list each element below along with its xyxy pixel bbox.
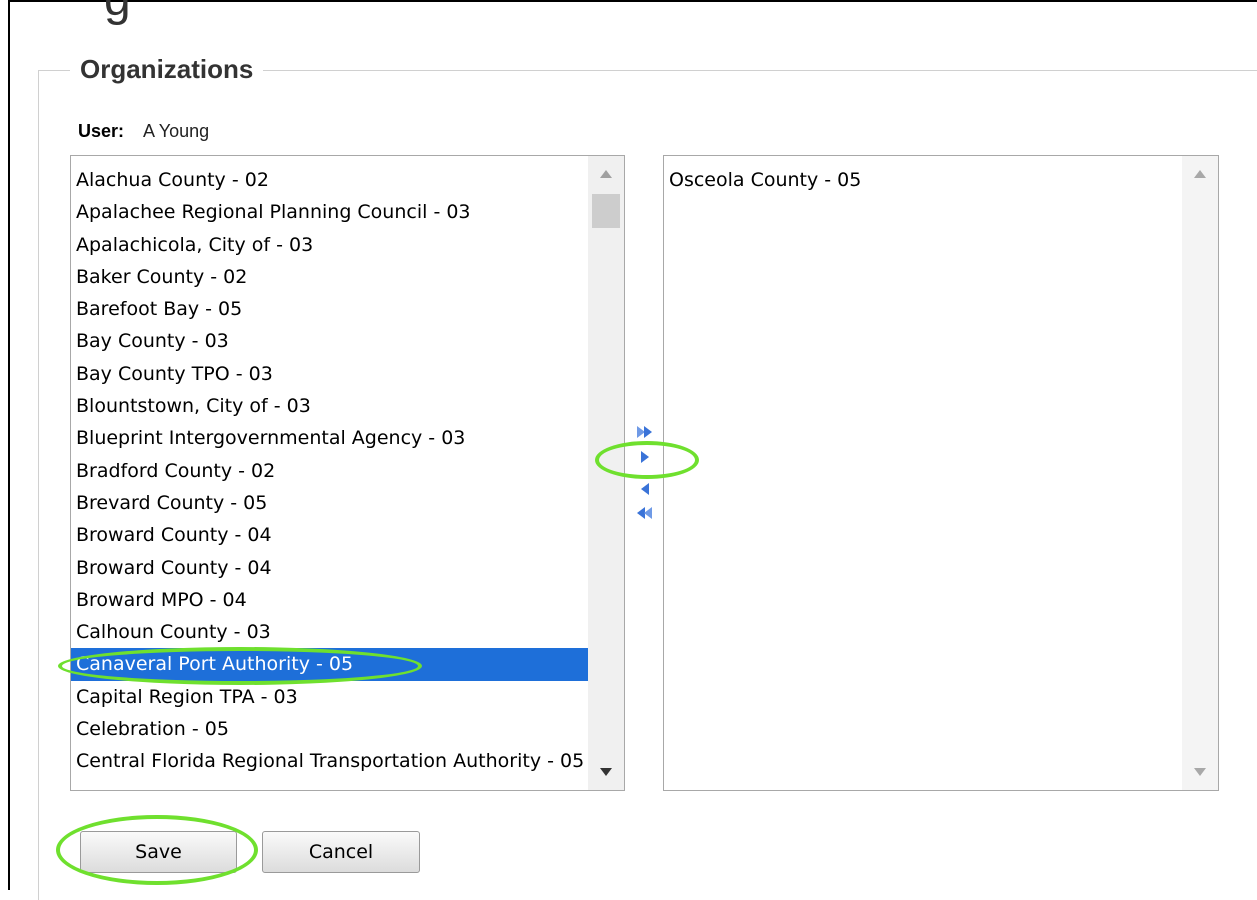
arrow-right-icon xyxy=(641,451,649,463)
list-item[interactable]: Canaveral Port Authority - 05 xyxy=(71,648,588,681)
user-row: User: A Young xyxy=(78,121,209,142)
list-item[interactable]: Capital Region TPA - 03 xyxy=(71,681,588,713)
cancel-button[interactable]: Cancel xyxy=(262,831,420,873)
scroll-down-icon[interactable] xyxy=(588,756,624,788)
list-item[interactable]: Apalachee Regional Planning Council - 03 xyxy=(71,196,588,228)
list-item[interactable]: Blountstown, City of - 03 xyxy=(71,390,588,422)
available-organizations-list[interactable]: Alachua County - 02 Apalachee Regional Pl… xyxy=(70,155,625,791)
available-items: Alachua County - 02 Apalachee Regional Pl… xyxy=(71,164,588,778)
scroll-up-icon[interactable] xyxy=(588,158,624,190)
list-item[interactable]: Bay County - 03 xyxy=(71,325,588,357)
list-item[interactable]: Alachua County - 02 xyxy=(71,164,588,196)
list-item[interactable]: Barefoot Bay - 05 xyxy=(71,293,588,325)
assigned-list-scrollbar[interactable] xyxy=(1182,156,1218,790)
list-item[interactable]: Central Florida Regional Transportation … xyxy=(71,745,588,777)
available-list-scrollbar[interactable] xyxy=(588,156,624,790)
list-item[interactable]: Bradford County - 02 xyxy=(71,455,588,487)
list-item[interactable]: Osceola County - 05 xyxy=(664,164,1182,196)
move-all-left-button[interactable] xyxy=(634,503,656,523)
list-item[interactable]: Broward MPO - 04 xyxy=(71,584,588,616)
arrow-left-icon xyxy=(641,483,649,495)
page-heading-fragment: g xyxy=(104,0,131,27)
scroll-thumb[interactable] xyxy=(592,194,620,228)
user-value: A Young xyxy=(143,121,210,141)
scroll-up-icon[interactable] xyxy=(1182,158,1218,190)
save-button[interactable]: Save xyxy=(80,831,237,873)
list-item[interactable]: Apalachicola, City of - 03 xyxy=(71,229,588,261)
list-item[interactable]: Celebration - 05 xyxy=(71,713,588,745)
list-item[interactable]: Baker County - 02 xyxy=(71,261,588,293)
scroll-down-icon[interactable] xyxy=(1182,756,1218,788)
user-label: User: xyxy=(78,121,125,141)
move-selected-right-button[interactable] xyxy=(634,447,656,467)
list-item[interactable]: Broward County - 04 xyxy=(71,552,588,584)
assigned-organizations-list[interactable]: Osceola County - 05 xyxy=(663,155,1219,791)
assigned-items: Osceola County - 05 xyxy=(664,164,1182,196)
list-item[interactable]: Calhoun County - 03 xyxy=(71,616,588,648)
move-selected-left-button[interactable] xyxy=(634,479,656,499)
list-item[interactable]: Brevard County - 05 xyxy=(71,487,588,519)
double-arrow-right-icon xyxy=(637,426,652,438)
list-item[interactable]: Broward County - 04 xyxy=(71,519,588,551)
move-all-right-button[interactable] xyxy=(634,422,656,442)
section-title: Organizations xyxy=(70,54,264,85)
list-item[interactable]: Bay County TPO - 03 xyxy=(71,358,588,390)
double-arrow-left-icon xyxy=(637,507,652,519)
list-item[interactable]: Blueprint Intergovernmental Agency - 03 xyxy=(71,422,588,454)
